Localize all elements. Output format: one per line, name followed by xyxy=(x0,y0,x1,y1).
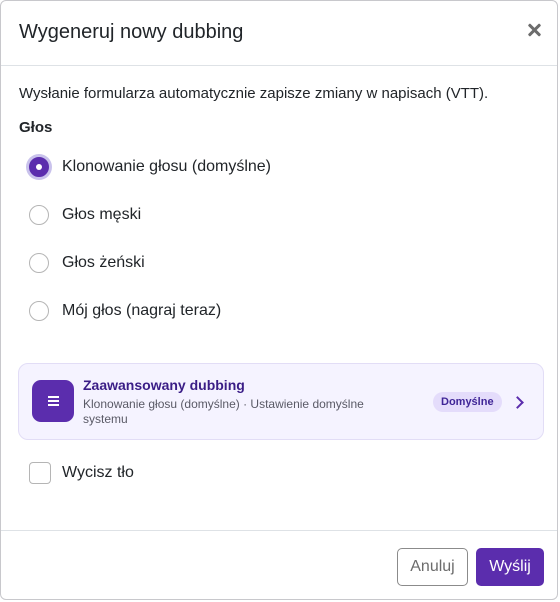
voice-option-label: Mój głos (nagraj teraz) xyxy=(62,302,222,319)
voice-option-label: Klonowanie głosu (domyślne) xyxy=(62,158,271,175)
voice-option-cloning[interactable]: Klonowanie głosu (domyślne) xyxy=(29,155,271,179)
voice-option-male[interactable]: Głos męski xyxy=(29,203,141,227)
modal-footer: Anuluj Wyślij xyxy=(1,530,557,601)
mute-background-option[interactable]: Wycisz tło xyxy=(29,461,134,485)
modal-title: Wygeneruj nowy dubbing xyxy=(19,21,244,43)
voice-group-label: Głos xyxy=(19,119,53,136)
advanced-card-subtitle: Klonowanie głosu (domyślne) · Ustawienie… xyxy=(83,397,364,426)
chevron-right-icon xyxy=(511,396,524,409)
radio-female[interactable] xyxy=(29,253,49,273)
radio-my-voice[interactable] xyxy=(29,301,49,321)
voice-option-my-voice[interactable]: Mój głos (nagraj teraz) xyxy=(29,299,221,323)
radio-male[interactable] xyxy=(29,205,49,225)
vtt-notice: Wysłanie formularza automatycznie zapisz… xyxy=(19,85,489,102)
default-badge: Domyślne xyxy=(433,392,502,412)
dubbing-modal: Wygeneruj nowy dubbing Wysłanie formular… xyxy=(0,0,558,600)
advanced-dubbing-card[interactable]: Zaawansowany dubbing Klonowanie głosu (d… xyxy=(18,363,544,440)
list-icon xyxy=(32,380,74,422)
mute-background-label: Wycisz tło xyxy=(62,464,134,481)
voice-option-label: Głos żeński xyxy=(62,254,145,271)
voice-option-label: Głos męski xyxy=(62,206,142,223)
advanced-card-title: Zaawansowany dubbing xyxy=(83,377,245,393)
close-icon[interactable] xyxy=(525,21,543,39)
voice-option-female[interactable]: Głos żeński xyxy=(29,251,145,275)
submit-button[interactable]: Wyślij xyxy=(476,548,544,586)
cancel-button[interactable]: Anuluj xyxy=(397,548,468,586)
radio-cloning[interactable] xyxy=(29,157,49,177)
mute-background-checkbox[interactable] xyxy=(29,462,51,484)
modal-header: Wygeneruj nowy dubbing xyxy=(1,1,557,66)
